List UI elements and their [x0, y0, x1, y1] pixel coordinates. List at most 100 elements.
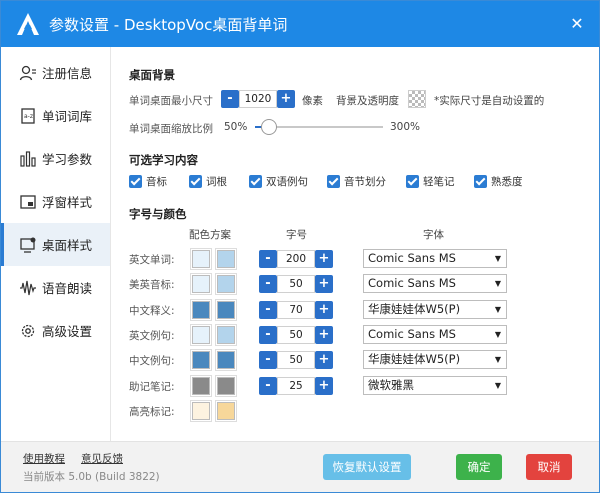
background-color-swatch[interactable] — [217, 300, 235, 319]
foreground-color-swatch[interactable] — [192, 300, 210, 319]
checkbox-light-note[interactable]: 轻笔记 — [406, 174, 455, 189]
sidebar-item-dictionary[interactable]: a-z 单词词库 — [1, 94, 110, 137]
foreground-color-swatch[interactable] — [192, 401, 210, 420]
min-size-increase-button[interactable]: + — [277, 90, 295, 108]
font-select[interactable]: Comic Sans MS ▼ — [363, 274, 507, 294]
dropdown-arrow-icon: ▼ — [494, 380, 501, 390]
size-value[interactable]: 50 — [277, 275, 315, 294]
checkbox-label: 熟悉度 — [491, 176, 523, 188]
section-title-optional: 可选学习内容 — [129, 153, 198, 167]
size-value[interactable]: 50 — [277, 351, 315, 370]
font-select[interactable]: 华康娃娃体W5(P) ▼ — [363, 299, 507, 319]
checkbox-label: 双语例句 — [266, 176, 308, 188]
sidebar: 注册信息 a-z 单词词库 学习参数 浮窗样式 桌面样式 语音朗读 高级设置 — [1, 47, 111, 441]
size-increase-button[interactable]: + — [315, 275, 333, 294]
sidebar-item-desktop-style[interactable]: 桌面样式 — [1, 223, 110, 266]
tutorial-link[interactable]: 使用教程 — [23, 451, 65, 466]
font-row-label: 英文例句: — [129, 329, 175, 342]
size-decrease-button[interactable]: - — [259, 250, 277, 268]
foreground-color-swatch[interactable] — [192, 250, 210, 268]
checkbox-phonetic[interactable]: 音标 — [129, 174, 167, 189]
sidebar-item-label: 注册信息 — [42, 66, 93, 81]
background-color-swatch[interactable] — [217, 250, 235, 268]
size-decrease-button[interactable]: - — [259, 351, 277, 370]
font-select[interactable]: 华康娃娃体W5(P) ▼ — [363, 350, 507, 370]
font-select-value: 微软雅黑 — [368, 377, 414, 392]
settings-window: 参数设置 - DesktopVoc桌面背单词 ✕ 注册信息 a-z 单词词库 学… — [0, 0, 600, 493]
gear-icon — [21, 324, 35, 337]
cancel-button[interactable]: 取消 — [526, 454, 572, 480]
dictionary-icon: a-z — [21, 107, 35, 124]
checkbox-familiarity[interactable]: 熟悉度 — [474, 174, 523, 189]
size-value[interactable]: 200 — [277, 250, 315, 268]
min-size-label: 单词桌面最小尺寸 — [129, 95, 213, 107]
size-increase-button[interactable]: + — [315, 300, 333, 319]
background-color-swatch[interactable] — [217, 351, 235, 370]
background-color-swatch[interactable] — [217, 325, 235, 344]
sidebar-item-label: 学习参数 — [42, 152, 93, 167]
size-increase-button[interactable]: + — [315, 351, 333, 370]
background-color-swatch[interactable] — [217, 376, 235, 395]
size-value[interactable]: 25 — [277, 376, 315, 395]
sidebar-item-label: 浮窗样式 — [42, 195, 93, 210]
font-row-label: 中文例句: — [129, 355, 175, 368]
min-size-unit: 像素 — [302, 95, 323, 107]
close-button[interactable]: ✕ — [567, 14, 587, 34]
sidebar-item-label: 高级设置 — [42, 324, 93, 339]
font-select[interactable]: Comic Sans MS ▼ — [363, 249, 507, 268]
background-color-swatch[interactable] — [217, 275, 235, 294]
size-decrease-button[interactable]: - — [259, 376, 277, 395]
sidebar-item-study-params[interactable]: 学习参数 — [1, 137, 110, 180]
size-decrease-button[interactable]: - — [259, 300, 277, 319]
font-row-label: 高亮标记: — [129, 405, 175, 418]
sidebar-item-register[interactable]: 注册信息 — [1, 51, 110, 94]
min-size-decrease-button[interactable]: - — [221, 90, 239, 108]
checkbox-bilingual-example[interactable]: 双语例句 — [249, 174, 308, 189]
scale-label: 单词桌面缩放比例 — [129, 123, 213, 135]
sidebar-item-voice[interactable]: 语音朗读 — [1, 266, 110, 309]
checkbox-checked-icon — [129, 175, 142, 188]
dropdown-arrow-icon: ▼ — [494, 279, 501, 289]
checkbox-root[interactable]: 词根 — [189, 174, 227, 189]
checkbox-label: 词根 — [206, 176, 227, 188]
size-value[interactable]: 50 — [277, 325, 315, 344]
foreground-color-swatch[interactable] — [192, 351, 210, 370]
font-select[interactable]: 微软雅黑 ▼ — [363, 375, 507, 395]
floating-window-icon — [20, 194, 36, 209]
dropdown-arrow-icon: ▼ — [494, 355, 501, 365]
min-size-value[interactable]: 1020 — [239, 90, 277, 108]
section-title-desktop-bg: 桌面背景 — [129, 68, 175, 82]
font-select[interactable]: Comic Sans MS ▼ — [363, 324, 507, 344]
scale-slider-thumb[interactable] — [261, 119, 278, 135]
background-color-swatch[interactable] — [217, 401, 235, 420]
size-increase-button[interactable]: + — [315, 376, 333, 395]
checkbox-checked-icon — [474, 175, 487, 188]
feedback-link[interactable]: 意见反馈 — [81, 451, 123, 466]
font-row-label: 中文释义: — [129, 304, 175, 317]
foreground-color-swatch[interactable] — [192, 325, 210, 344]
ok-button[interactable]: 确定 — [456, 454, 502, 480]
size-value[interactable]: 70 — [277, 300, 315, 319]
size-increase-button[interactable]: + — [315, 250, 333, 268]
version-text: 当前版本 5.0b (Build 3822) — [23, 471, 160, 483]
checkbox-label: 轻笔记 — [423, 176, 455, 188]
bg-alpha-picker[interactable] — [408, 90, 426, 108]
dropdown-arrow-icon: ▼ — [494, 329, 501, 339]
sidebar-item-float-style[interactable]: 浮窗样式 — [1, 180, 110, 223]
sidebar-item-advanced[interactable]: 高级设置 — [1, 309, 110, 352]
foreground-color-swatch[interactable] — [192, 275, 210, 294]
size-decrease-button[interactable]: - — [259, 325, 277, 344]
column-header-font: 字体 — [423, 229, 444, 241]
scale-min-label: 50% — [224, 121, 248, 133]
dropdown-arrow-icon: ▼ — [494, 254, 501, 263]
foreground-color-swatch[interactable] — [192, 376, 210, 395]
checkbox-syllable[interactable]: 音节划分 — [327, 174, 386, 189]
size-increase-button[interactable]: + — [315, 325, 333, 344]
restore-defaults-button[interactable]: 恢复默认设置 — [323, 454, 411, 480]
scale-max-label: 300% — [390, 121, 421, 133]
checkbox-checked-icon — [249, 175, 262, 188]
desktop-icon — [20, 237, 36, 253]
bar-chart-icon — [20, 150, 36, 167]
checkbox-label: 音节划分 — [344, 176, 386, 188]
size-decrease-button[interactable]: - — [259, 275, 277, 294]
